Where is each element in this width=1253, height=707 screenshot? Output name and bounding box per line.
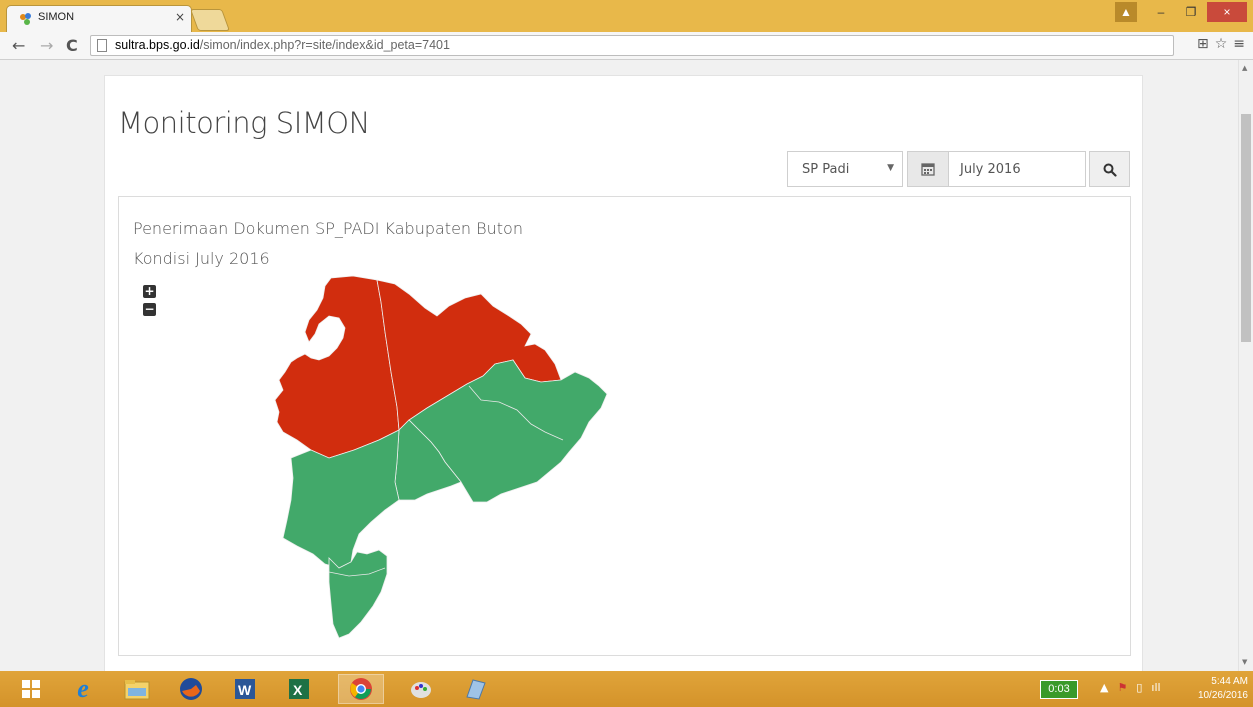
vertical-scrollbar[interactable]: ▲ ▼ (1238, 60, 1253, 671)
url-text[interactable]: sultra.bps.go.id/simon/index.php?r=site/… (115, 38, 450, 52)
page-icon (97, 39, 107, 52)
zoom-out-button[interactable]: − (143, 303, 156, 316)
new-tab-button[interactable] (189, 9, 231, 31)
map-title: Penerimaan Dokumen SP_PADI Kabupaten But… (133, 219, 523, 238)
scroll-down-icon[interactable]: ▼ (1242, 658, 1247, 666)
taskbar-file-explorer[interactable] (114, 674, 160, 704)
page-viewport: Monitoring SIMON SP Padi ▼ July 2016 Pen… (0, 60, 1238, 671)
user-profile-button[interactable]: ▲ (1115, 2, 1137, 22)
browser-toolbar: ← → C sultra.bps.go.id/simon/index.php?r… (0, 32, 1253, 60)
restore-button[interactable]: ❐ (1177, 2, 1205, 22)
taskbar-notes[interactable] (452, 674, 498, 704)
calendar-addon (907, 151, 949, 187)
period-input[interactable]: July 2016 (948, 151, 1086, 187)
address-bar[interactable]: sultra.bps.go.id/simon/index.php?r=site/… (90, 35, 1174, 56)
back-arrow-icon[interactable]: ← (12, 36, 25, 55)
taskbar-excel[interactable]: X (276, 674, 322, 704)
tray-expand-icon[interactable]: ▲ (1100, 681, 1108, 694)
svg-text:X: X (293, 682, 303, 698)
system-tray: ▲ ⚑ ▯ ıll (1100, 681, 1161, 694)
chrome-icon (350, 678, 372, 700)
svg-text:W: W (238, 682, 252, 698)
zoom-in-button[interactable]: + (143, 285, 156, 298)
survey-select[interactable]: SP Padi ▼ (787, 151, 903, 187)
clock-date: 10/26/2016 (1197, 690, 1248, 701)
map-subtitle: Kondisi July 2016 (133, 249, 270, 268)
windows-logo-icon (22, 680, 40, 698)
start-button[interactable] (8, 674, 54, 704)
search-icon (1103, 163, 1117, 177)
page-title: Monitoring SIMON (118, 106, 370, 140)
map-panel: Penerimaan Dokumen SP_PADI Kabupaten But… (118, 196, 1131, 656)
tab-close-icon[interactable]: × (175, 10, 185, 24)
network-warning-icon[interactable]: ⚑ (1117, 681, 1127, 694)
excel-icon: X (289, 679, 309, 699)
translate-icon[interactable]: ⊞ (1197, 36, 1209, 52)
content-card: Monitoring SIMON SP Padi ▼ July 2016 Pen… (104, 75, 1143, 671)
firefox-icon (180, 678, 202, 700)
scroll-thumb[interactable] (1241, 114, 1251, 342)
simon-favicon-icon (20, 13, 31, 25)
system-clock[interactable]: 5:44 AM 10/26/2016 (1188, 675, 1248, 703)
word-icon: W (235, 679, 255, 699)
battery-icon[interactable]: ▯ (1136, 681, 1142, 694)
window-controls: ▲ – ❐ × (1115, 2, 1247, 24)
search-button[interactable] (1089, 151, 1130, 187)
taskbar-internet-explorer[interactable]: e (60, 674, 106, 704)
tab-title: SIMON (38, 11, 75, 23)
map-region-northwest[interactable] (274, 275, 400, 459)
taskbar-paint[interactable] (398, 674, 444, 704)
period-input-value: July 2016 (960, 162, 1021, 177)
calendar-icon (921, 163, 935, 176)
signal-icon[interactable]: ıll (1151, 681, 1160, 694)
forward-arrow-icon[interactable]: → (40, 36, 53, 55)
folder-icon (124, 680, 150, 700)
paint-palette-icon (411, 682, 431, 698)
internet-explorer-icon: e (77, 674, 89, 703)
district-map (274, 275, 608, 639)
taskbar-chrome[interactable] (338, 674, 384, 704)
minimize-button[interactable]: – (1147, 2, 1175, 22)
taskbar-word[interactable]: W (222, 674, 268, 704)
window-titlebar: SIMON × ▲ – ❐ × (0, 0, 1253, 32)
timer-badge[interactable]: 0:03 (1040, 680, 1078, 699)
scroll-up-icon[interactable]: ▲ (1242, 64, 1247, 72)
close-window-button[interactable]: × (1207, 2, 1247, 22)
clock-time: 5:44 AM (1211, 676, 1248, 687)
notes-icon (466, 679, 486, 700)
bookmark-star-icon[interactable]: ☆ (1215, 36, 1228, 52)
windows-taskbar: e W X 0:03 ▲ ⚑ ▯ ıll 5:44 AM 10/26/2016 (0, 671, 1253, 707)
survey-select-value: SP Padi (802, 162, 850, 177)
taskbar-firefox[interactable] (168, 674, 214, 704)
browser-tab[interactable]: SIMON × (6, 5, 192, 32)
reload-icon[interactable]: C (66, 36, 78, 55)
menu-icon[interactable]: ≡ (1233, 36, 1245, 52)
caret-down-icon: ▼ (887, 163, 894, 173)
